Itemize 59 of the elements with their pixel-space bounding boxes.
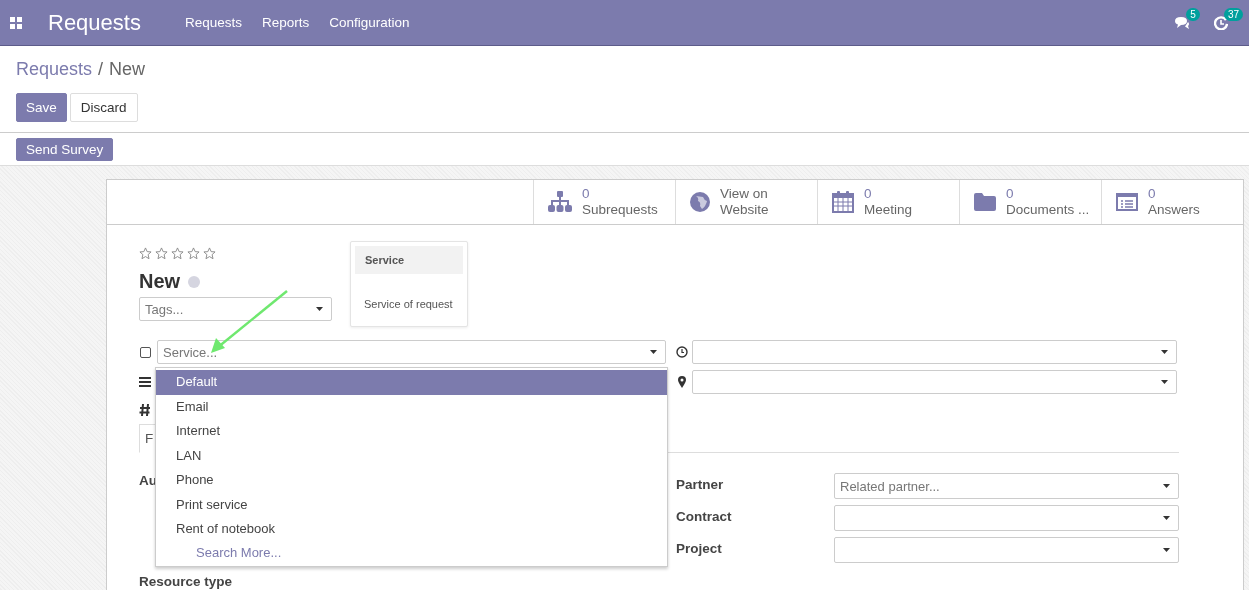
caret-icon	[1161, 350, 1168, 354]
discard-button[interactable]: Discard	[69, 93, 138, 122]
dropdown-option[interactable]: Phone	[156, 468, 667, 493]
star-icon[interactable]	[171, 247, 184, 260]
record-title: New	[139, 270, 181, 293]
caret-icon	[316, 307, 323, 311]
star-icon[interactable]	[155, 247, 168, 260]
service-field[interactable]: Service...	[157, 340, 666, 364]
message-count-badge: 5	[1186, 7, 1200, 21]
dropdown-option[interactable]: Email	[156, 394, 667, 419]
star-icon[interactable]	[203, 247, 216, 260]
caret-icon	[1163, 516, 1170, 520]
time-field[interactable]	[692, 340, 1177, 364]
checkbox[interactable]	[140, 346, 151, 358]
breadcrumb-link[interactable]: Requests	[16, 59, 93, 80]
tooltip-title: Service	[355, 246, 463, 274]
field-label: Resource type	[139, 574, 233, 589]
hierarchy-icon	[548, 191, 572, 213]
dropdown-option[interactable]: Print service	[156, 492, 667, 517]
clock-icon	[676, 346, 688, 358]
save-button[interactable]: Save	[16, 93, 67, 122]
folder-icon	[974, 193, 996, 211]
location-field[interactable]	[692, 370, 1177, 394]
globe-icon	[690, 192, 710, 212]
hash-icon	[139, 403, 151, 417]
breadcrumb-separator: /	[98, 59, 104, 80]
list-icon	[1116, 193, 1138, 211]
rating-stars[interactable]	[139, 247, 216, 260]
star-icon[interactable]	[187, 247, 200, 260]
field-label: Contract	[676, 508, 733, 526]
caret-icon	[1163, 484, 1170, 488]
tags-field[interactable]: Tags...	[139, 297, 332, 321]
dropdown-option[interactable]: Default	[156, 370, 667, 395]
activity-count-badge: 37	[1223, 7, 1243, 21]
tooltip-text: Service of request	[363, 297, 454, 310]
dropdown-option[interactable]: Rent of notebook	[156, 517, 667, 542]
clock-icon[interactable]	[1213, 15, 1228, 30]
field-label: Project	[676, 540, 723, 558]
status-dot[interactable]	[188, 275, 201, 288]
breadcrumb-current: New	[109, 59, 146, 80]
select-field[interactable]: Related partner...	[834, 473, 1179, 499]
menu-icon	[139, 376, 151, 388]
send-survey-button[interactable]: Send Survey	[16, 138, 114, 161]
menu-item[interactable]: Reports	[262, 15, 310, 30]
caret-icon	[650, 350, 657, 354]
apps-menu-icon[interactable]	[10, 16, 22, 29]
location-pin-icon	[676, 376, 688, 388]
field-label: Partner	[676, 476, 725, 494]
select-field[interactable]	[834, 537, 1179, 563]
select-field[interactable]	[834, 505, 1179, 531]
star-icon[interactable]	[139, 247, 152, 260]
calendar-icon	[832, 191, 854, 213]
menu-item[interactable]: Configuration	[329, 15, 410, 30]
app-title: Requests	[48, 9, 141, 36]
search-more-link[interactable]: Search More...	[156, 541, 667, 564]
chat-icon[interactable]	[1174, 15, 1191, 30]
menu-item[interactable]: Requests	[184, 15, 242, 30]
caret-icon	[1163, 548, 1170, 552]
caret-icon	[1161, 380, 1168, 384]
